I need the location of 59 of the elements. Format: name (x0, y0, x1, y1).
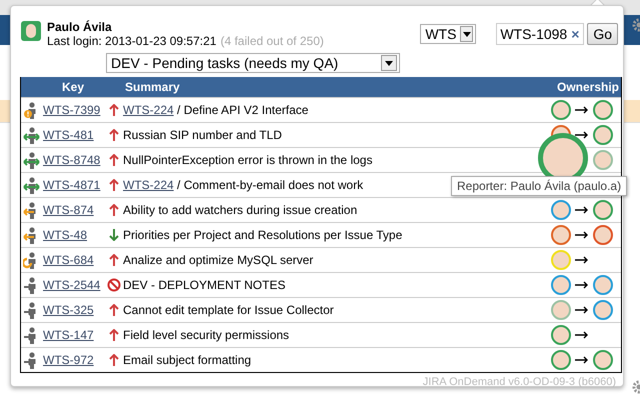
priority-up-icon (109, 179, 119, 191)
dropdown-caret-icon (462, 32, 471, 36)
arrow-icon (575, 131, 589, 139)
issue-key-link[interactable]: WTS-4871 (43, 178, 105, 192)
arrow-icon (575, 331, 589, 339)
failed-logins: (4 failed out of 250) (220, 34, 324, 48)
issue-key-link[interactable]: WTS-48 (43, 228, 105, 242)
arrow-icon (575, 231, 589, 239)
priority-up-icon (109, 129, 119, 141)
issue-key-link[interactable]: WTS-8748 (43, 153, 105, 167)
last-login: Last login: 2013-01-23 09:57:21 (47, 34, 216, 48)
parent-issue-link[interactable]: WTS-224 (123, 103, 174, 117)
issue-summary: NullPointerException error is thrown in the logs (123, 153, 374, 167)
priority-up-icon (109, 304, 119, 316)
issue-summary: Priorities per Project and Resolutions per Issue Type (123, 228, 404, 242)
issue-key-link[interactable]: WTS-325 (43, 303, 105, 317)
priority-up-icon (109, 354, 119, 366)
priority-up-icon (109, 154, 119, 166)
priority-down-icon (109, 229, 119, 241)
project-select[interactable]: WTS (420, 24, 476, 44)
go-button[interactable]: Go (587, 23, 618, 45)
filter-select[interactable]: DEV - Pending tasks (needs my QA) (106, 53, 400, 73)
issue-summary: WTS-224 / Define API V2 Interface (123, 103, 310, 117)
priority-up-icon (109, 329, 119, 341)
person-exchange-icon (23, 126, 41, 144)
table-header: Key Summary Ownership (21, 77, 621, 97)
issue-summary: Cannot edit template for Issue Collector (123, 303, 335, 317)
issue-key-link[interactable]: WTS-481 (43, 128, 105, 142)
arrow-icon (575, 206, 589, 214)
issue-key-link[interactable]: WTS-874 (43, 203, 105, 217)
arrow-icon (575, 106, 589, 114)
person-exchange-icon (23, 176, 41, 194)
issue-key-link[interactable]: WTS-684 (43, 253, 105, 267)
issue-summary: Email subject formatting (123, 353, 252, 367)
version-footer: JIRA OnDemand v6.0-OD-09-3 (b6060) (422, 376, 616, 388)
parent-issue-link[interactable]: WTS-224 (123, 178, 174, 192)
issue-summary: DEV - DEPLOYMENT NOTES (123, 278, 286, 292)
priority-up-icon (109, 254, 119, 266)
issue-key-link[interactable]: WTS-2544 (43, 278, 105, 292)
blocked-icon (107, 278, 121, 292)
user-name: Paulo Ávila (47, 20, 113, 34)
issue-key-link[interactable]: WTS-147 (43, 328, 105, 342)
priority-up-icon (109, 104, 119, 116)
arrow-icon (575, 356, 589, 364)
issue-key-link[interactable]: WTS-972 (43, 353, 105, 367)
issue-summary: Field level security permissions (123, 328, 290, 342)
issue-summary: Analize and optimize MySQL server (123, 253, 314, 267)
arrow-icon (575, 256, 589, 264)
priority-up-icon (109, 204, 119, 216)
person-exchange-icon (23, 151, 41, 169)
user-avatar (21, 21, 41, 41)
issue-summary: Ability to add watchers during issue creation (123, 203, 358, 217)
issue-search-field[interactable]: WTS-1098 × (496, 23, 584, 45)
issue-key-link[interactable]: WTS-7399 (43, 103, 105, 117)
arrow-icon (575, 306, 589, 314)
issue-summary: Russian SIP number and TLD (123, 128, 283, 142)
arrow-icon (575, 281, 589, 289)
dropdown-caret-icon (385, 60, 393, 66)
tooltip: Reporter: Paulo Ávila (paulo.a) (451, 176, 628, 196)
